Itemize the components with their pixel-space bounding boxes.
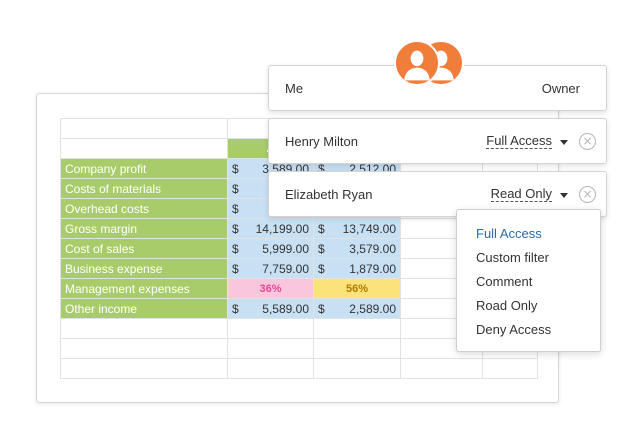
menu-item-comment[interactable]: Comment xyxy=(457,270,600,294)
value-cell[interactable]: $13,749.00 xyxy=(313,218,401,239)
user-silhouette-icon xyxy=(394,40,440,86)
menu-item-custom-filter[interactable]: Custom filter xyxy=(457,246,600,270)
close-circle-icon[interactable]: × xyxy=(579,186,596,203)
menu-item-full-access[interactable]: Full Access xyxy=(457,222,600,246)
table-row xyxy=(60,358,538,379)
cell[interactable] xyxy=(313,358,401,379)
value-cell[interactable]: $14,199.00 xyxy=(227,218,314,239)
percent-cell[interactable]: 36% xyxy=(227,278,314,299)
value-cell[interactable]: $5,589.00 xyxy=(227,298,314,319)
cell[interactable] xyxy=(60,318,228,339)
sharing-user-row: Henry Milton Full Access × xyxy=(268,118,607,164)
cell[interactable] xyxy=(227,318,314,339)
cell[interactable] xyxy=(227,358,314,379)
cell[interactable] xyxy=(60,338,228,359)
row-label[interactable]: Company profit xyxy=(60,158,228,179)
access-dropdown-menu: Full Access Custom filter Comment Road O… xyxy=(456,209,601,352)
cell[interactable] xyxy=(227,338,314,359)
owner-role-label: Owner xyxy=(541,81,580,96)
access-level-select[interactable]: Full Access xyxy=(486,134,552,149)
caret-down-icon[interactable] xyxy=(560,140,568,145)
value-cell[interactable]: $1,879.00 xyxy=(313,258,401,279)
row-label[interactable]: Other income xyxy=(60,298,228,319)
cell[interactable] xyxy=(60,138,228,159)
row-label[interactable]: Management expenses xyxy=(60,278,228,299)
row-label[interactable]: Business expense xyxy=(60,258,228,279)
cell[interactable] xyxy=(313,338,401,359)
user-name: Me xyxy=(285,81,304,96)
cell[interactable] xyxy=(60,358,228,379)
close-circle-icon[interactable]: × xyxy=(579,133,596,150)
user-name: Elizabeth Ryan xyxy=(285,187,373,202)
caret-down-icon[interactable] xyxy=(560,193,568,198)
menu-item-deny-access[interactable]: Deny Access xyxy=(457,318,600,342)
value-cell[interactable]: $3,579.00 xyxy=(313,238,401,259)
row-label[interactable]: Cost of sales xyxy=(60,238,228,259)
cell[interactable] xyxy=(313,318,401,339)
cell[interactable] xyxy=(482,358,538,379)
row-label[interactable]: Gross margin xyxy=(60,218,228,239)
value-cell[interactable]: $2,589.00 xyxy=(313,298,401,319)
percent-cell[interactable]: 56% xyxy=(313,278,401,299)
row-label[interactable]: Overhead costs xyxy=(60,198,228,219)
cell[interactable] xyxy=(60,118,228,139)
access-level-select[interactable]: Read Only xyxy=(490,187,552,202)
cell[interactable] xyxy=(400,358,483,379)
value-cell[interactable]: $5,999.00 xyxy=(227,238,314,259)
row-label[interactable]: Costs of materials xyxy=(60,178,228,199)
user-name: Henry Milton xyxy=(285,134,358,149)
value-cell[interactable]: $7,759.00 xyxy=(227,258,314,279)
menu-item-road-only[interactable]: Road Only xyxy=(457,294,600,318)
